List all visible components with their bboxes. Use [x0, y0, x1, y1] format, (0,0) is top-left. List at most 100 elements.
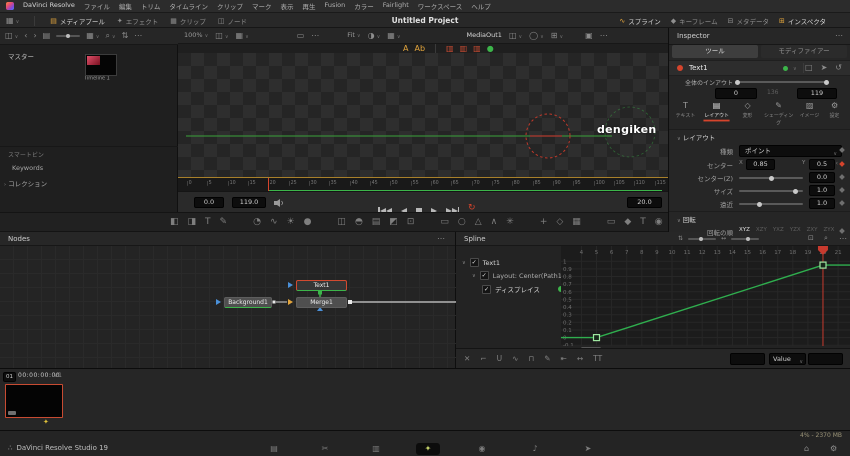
v-scale-slider[interactable] [688, 238, 716, 240]
menu-item[interactable]: 再生 [302, 1, 315, 11]
spline-tree-item-2[interactable]: ✓ディスプレイス [482, 284, 564, 294]
page-color-icon[interactable]: ◉ [470, 443, 494, 455]
text-plus-icon[interactable]: T [205, 218, 211, 227]
panel-layout-icon[interactable]: ◫∨ [5, 32, 18, 40]
size-field[interactable]: 1.0 [809, 185, 835, 196]
node-enable-toggle[interactable] [677, 65, 683, 71]
rendered-text[interactable]: dengiken [597, 123, 657, 136]
menu-item[interactable]: ワークスペース [418, 1, 463, 11]
tracker-icon[interactable]: + [540, 218, 548, 227]
audio-mute-icon[interactable] [274, 199, 284, 207]
image-plane-3d-icon[interactable]: ▭ [607, 218, 616, 227]
polygon-mask-icon[interactable]: △ [475, 218, 482, 227]
size-slider[interactable] [739, 190, 803, 192]
perspective-slider[interactable] [739, 203, 803, 205]
bin-master-label[interactable]: マスター [8, 51, 34, 61]
stretch-icon[interactable]: ⇤ [561, 355, 567, 363]
smart-bin-keywords[interactable]: Keywords [12, 164, 43, 172]
category-tab-シェーディング[interactable]: ✎シェーディング [760, 101, 797, 129]
keyframe-diamond-active[interactable] [839, 161, 845, 167]
layout-grid-icon[interactable]: ▦∨ [236, 32, 249, 40]
overlay-grid-icon[interactable]: ⊞∨ [551, 32, 563, 40]
checkbox[interactable]: ✓ [470, 258, 479, 267]
inspector-node-name[interactable]: Text1 [689, 64, 708, 72]
rotation-order-ZXY[interactable]: ZXY [807, 227, 818, 233]
page-fairlight-icon[interactable]: ♪ [523, 443, 547, 455]
checkbox[interactable]: ✓ [482, 285, 491, 294]
spline-graph-svg[interactable]: 45678910111213141516171819202110.90.80.7… [561, 246, 850, 346]
keyframe-point-0[interactable] [594, 335, 600, 341]
channel-select-icon[interactable]: ▦∨ [387, 32, 400, 40]
menu-item[interactable]: 表示 [280, 1, 293, 11]
chevron-down-icon[interactable]: ∨ [793, 66, 797, 72]
render-in-field[interactable]: 0.0 [194, 197, 224, 208]
home-icon[interactable]: ⌂ [804, 445, 809, 453]
rectangle-mask-icon[interactable]: ▭ [440, 218, 449, 227]
chevron-right-icon[interactable]: › [4, 182, 6, 188]
key-frame-field[interactable] [730, 353, 765, 365]
mask-red-icon-3[interactable]: ▥ [473, 45, 481, 53]
viewer-more-icon[interactable]: ⋯ [600, 32, 608, 40]
menu-item[interactable]: カラー [354, 1, 374, 11]
draw-curve-icon[interactable]: ✎ [544, 355, 550, 363]
color-corrector-icon[interactable]: ◔ [253, 218, 261, 227]
range-start-handle[interactable] [735, 80, 740, 85]
menu-item[interactable]: マーク [252, 1, 272, 11]
search-icon[interactable]: ⌕∨ [105, 32, 115, 40]
background1-input-arrow[interactable] [216, 299, 221, 305]
menu-item[interactable]: ヘルプ [471, 1, 491, 11]
reset-icon[interactable]: ↺ [835, 64, 842, 72]
smart-bin-collections[interactable]: › コレクション [4, 178, 47, 188]
rotation-order-ZYX[interactable]: ZYX [824, 227, 835, 233]
matte-control-icon[interactable]: ◩ [389, 218, 398, 227]
back-icon[interactable]: ‹ [24, 32, 27, 40]
text1-input-arrow[interactable] [288, 282, 293, 288]
global-in-field[interactable]: 0 [715, 88, 757, 99]
menu-item[interactable]: Fairlight [383, 1, 409, 11]
node-merge1[interactable]: Merge1 [296, 297, 347, 308]
menu-item[interactable]: クリップ [217, 1, 243, 11]
center-z-slider[interactable] [739, 177, 803, 179]
transform-icon[interactable]: ⊡ [407, 218, 415, 227]
paint-icon[interactable]: ✎ [220, 218, 228, 227]
global-out-field[interactable]: 119 [797, 88, 837, 99]
keyframe-diamond[interactable] [839, 228, 845, 234]
keyframe-diamond[interactable] [839, 174, 845, 180]
inspector-more-icon[interactable]: ⋯ [835, 32, 843, 40]
split-view-icon[interactable]: ◫∨ [215, 32, 228, 40]
checkbox[interactable]: ✓ [480, 271, 489, 280]
spline-tree-item-1[interactable]: ∨✓Layout: Center(Path1) [472, 271, 564, 280]
pin-icon[interactable]: ➤ [821, 64, 828, 72]
planar-tracker-icon[interactable]: ◇ [556, 218, 563, 227]
stereo-icon[interactable]: ◯∨ [529, 32, 544, 40]
node-background1[interactable]: Background1 [224, 297, 272, 308]
step-icon[interactable]: ⊓ [528, 355, 534, 363]
layout-section-header[interactable]: ∨ レイアウト [677, 132, 715, 142]
zoom-level[interactable]: 100%∨ [184, 32, 208, 39]
camera-3d-icon[interactable]: ◉ [655, 218, 663, 227]
rotation-order-XZY[interactable]: XZY [756, 227, 767, 233]
menu-item[interactable]: 編集 [119, 1, 132, 11]
menu-item[interactable]: タイムライン [169, 1, 208, 11]
center-y-field[interactable]: 0.5 [809, 159, 835, 170]
page-fusion-icon[interactable]: ✦ [416, 443, 440, 455]
nodes-more-icon[interactable]: ⋯ [437, 235, 445, 243]
text-3d-icon[interactable]: T [640, 218, 646, 227]
menu-item[interactable]: ファイル [84, 1, 110, 11]
u-ease-icon[interactable]: U [497, 355, 503, 363]
version-icon[interactable]: □ [805, 64, 813, 72]
magic-mask-icon[interactable]: ✳ [506, 218, 514, 227]
viewer-options-icon[interactable]: ⋯ [311, 32, 319, 40]
category-tab-レイアウト[interactable]: ▤レイアウト [698, 101, 735, 129]
smooth-icon[interactable]: ∿ [512, 355, 518, 363]
forward-icon[interactable]: › [33, 32, 36, 40]
category-tab-イメージ[interactable]: ▨イメージ [797, 101, 822, 129]
displacement-curve[interactable] [561, 265, 850, 338]
sort-icon[interactable]: ⇅ [122, 32, 129, 40]
lut-icon[interactable]: ◫∨ [509, 32, 522, 40]
node-color-dot[interactable] [783, 66, 788, 71]
prev-keyframe-icon[interactable]: ‹ [836, 160, 838, 167]
node-text1[interactable]: Text1 [296, 280, 347, 291]
range-end-handle[interactable] [824, 80, 829, 85]
loop-button[interactable]: ↻ [468, 205, 476, 212]
